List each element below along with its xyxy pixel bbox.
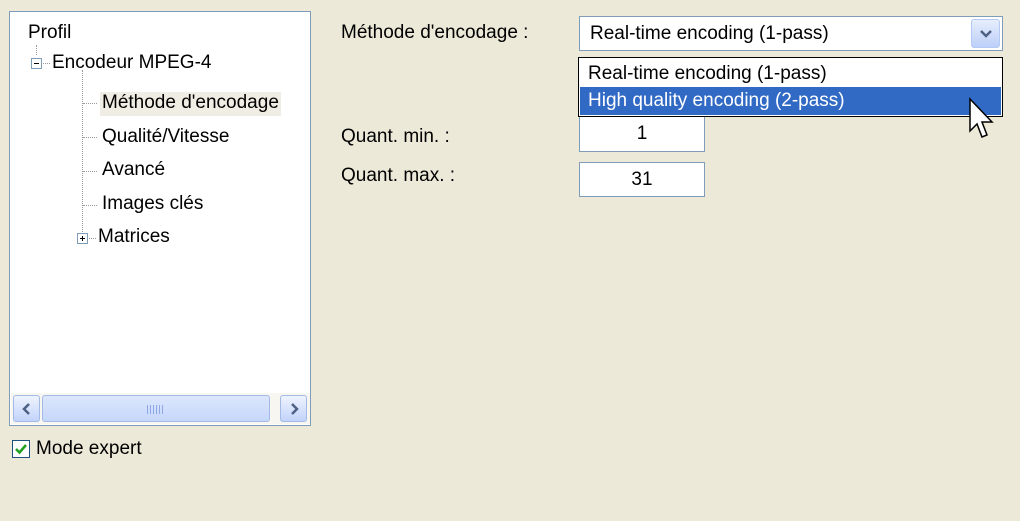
tree-item-methode[interactable]: Méthode d'encodage	[100, 92, 281, 116]
horizontal-scrollbar[interactable]	[11, 393, 310, 424]
mode-expert-checkbox[interactable]	[12, 440, 30, 458]
dropdown-option-highlighted[interactable]: High quality encoding (2-pass)	[580, 87, 1001, 115]
tree-item-encodeur[interactable]: Encodeur MPEG-4	[52, 52, 211, 76]
quant-max-label: Quant. max. :	[341, 165, 456, 186]
tree-connector	[43, 63, 50, 64]
tree-connector	[36, 45, 37, 55]
profile-tree[interactable]: Profil Encodeur MPEG-4 Méthode d'encodag…	[9, 11, 311, 426]
expand-icon[interactable]	[77, 233, 88, 244]
encoding-method-label: Méthode d'encodage :	[341, 22, 529, 43]
tree-connector	[83, 205, 97, 206]
grip-icon	[147, 405, 165, 414]
scroll-right-button[interactable]	[280, 395, 307, 422]
scroll-left-button[interactable]	[13, 395, 40, 422]
chevron-down-icon	[980, 30, 992, 38]
arrow-right-icon	[291, 403, 299, 415]
quant-min-field[interactable]: 1	[579, 117, 705, 152]
tree-connector	[83, 103, 97, 104]
tree-connector	[83, 137, 97, 138]
collapse-icon[interactable]	[31, 58, 42, 69]
mode-expert-label[interactable]: Mode expert	[36, 438, 142, 460]
tree-connector	[83, 171, 97, 172]
arrow-left-icon	[22, 403, 30, 415]
scroll-thumb[interactable]	[42, 395, 270, 422]
quant-min-label: Quant. min. :	[341, 126, 450, 147]
dropdown-button[interactable]	[971, 19, 1000, 48]
encoding-method-value: Real-time encoding (1-pass)	[590, 23, 829, 44]
checkmark-icon	[15, 444, 27, 455]
tree-item-matrices[interactable]: Matrices	[98, 226, 170, 250]
encoding-method-select[interactable]: Real-time encoding (1-pass)	[579, 16, 1003, 51]
tree-item-images-cles[interactable]: Images clés	[102, 193, 203, 217]
encoding-method-dropdown-list[interactable]: Real-time encoding (1-pass) High quality…	[578, 57, 1003, 117]
tree-connector	[89, 238, 96, 239]
tree-item-qualite[interactable]: Qualité/Vitesse	[102, 126, 229, 150]
quant-max-field[interactable]: 31	[579, 162, 705, 197]
tree-connector	[82, 70, 83, 240]
tree-item-avance[interactable]: Avancé	[102, 159, 165, 183]
tree-root-profil[interactable]: Profil	[28, 22, 71, 46]
dropdown-option[interactable]: Real-time encoding (1-pass)	[580, 60, 1001, 88]
mouse-cursor-icon	[969, 97, 994, 138]
